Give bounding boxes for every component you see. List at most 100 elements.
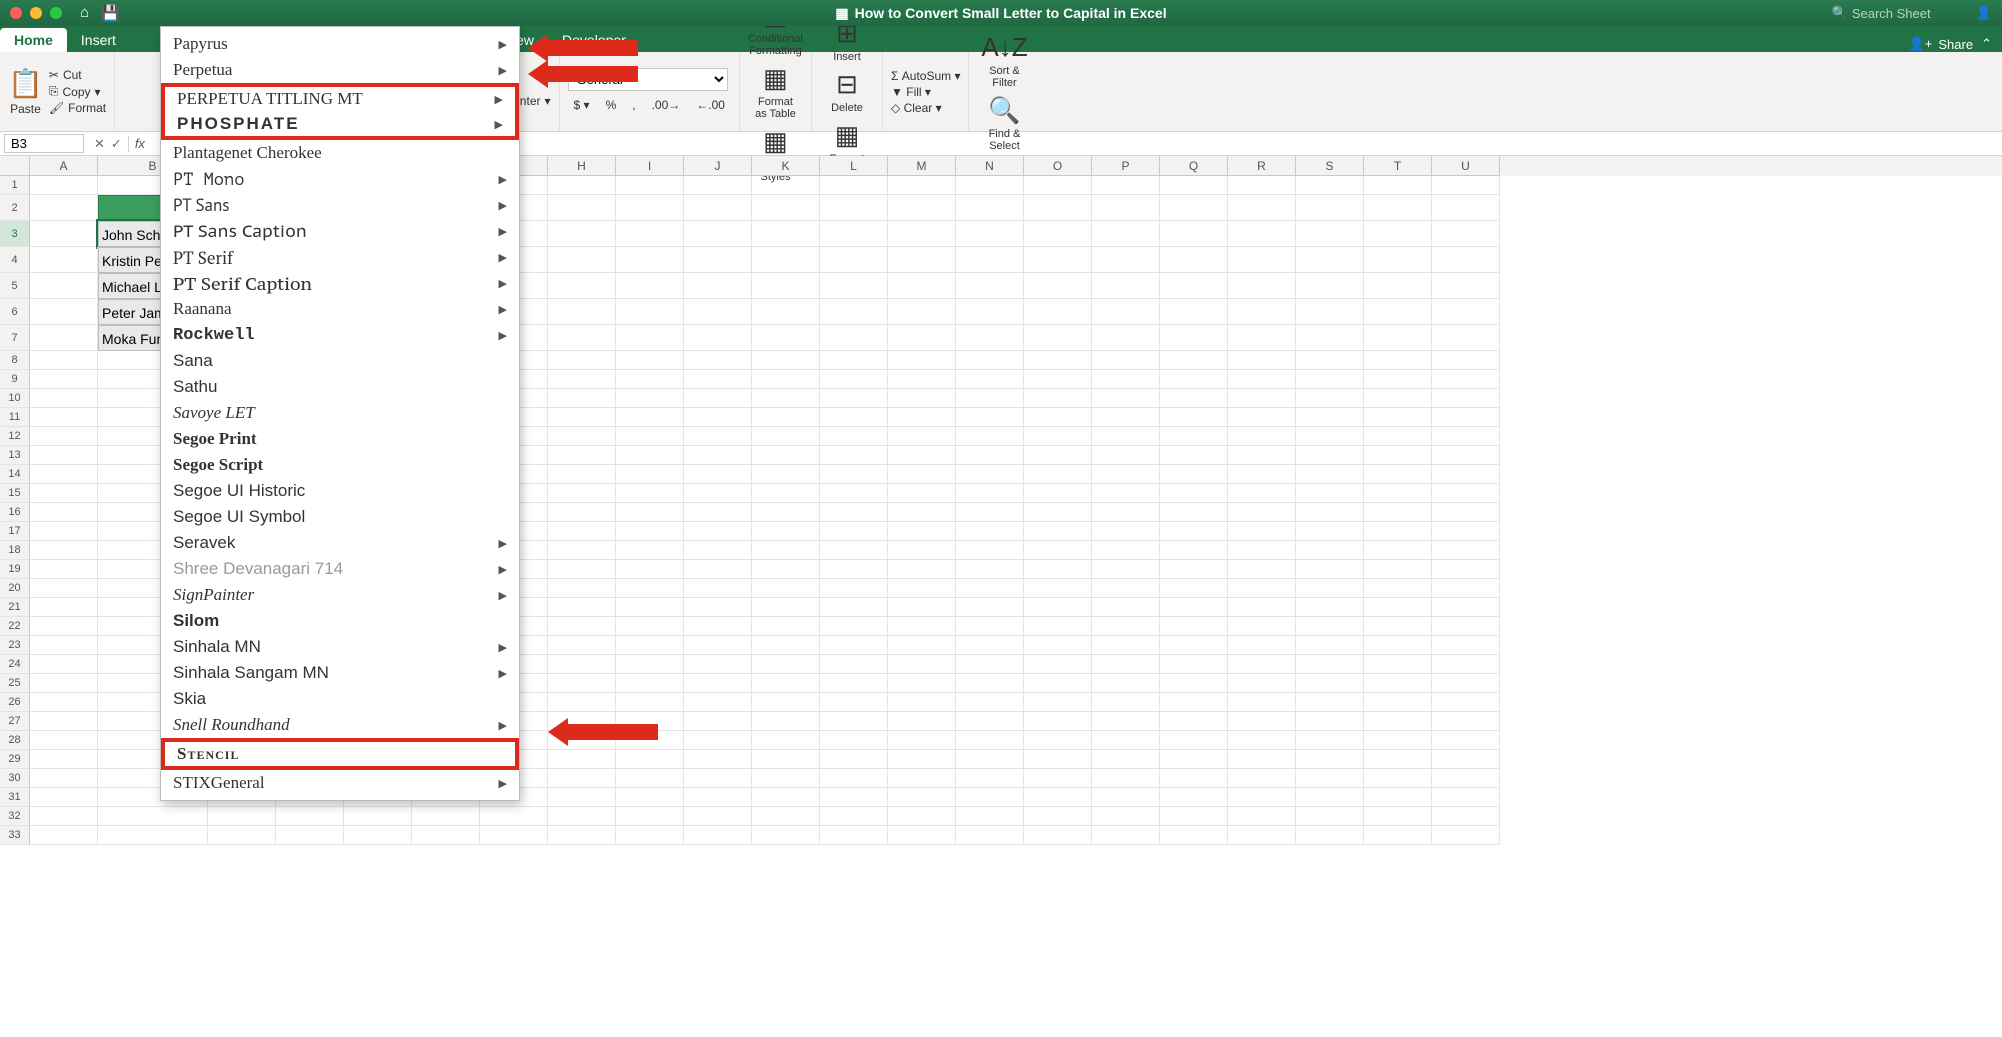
cell-T5[interactable] [1364, 273, 1432, 299]
cell-T21[interactable] [1364, 598, 1432, 617]
cell-T4[interactable] [1364, 247, 1432, 273]
cell-U28[interactable] [1432, 731, 1500, 750]
cell-H24[interactable] [548, 655, 616, 674]
cell-Q18[interactable] [1160, 541, 1228, 560]
cell-P2[interactable] [1092, 195, 1160, 221]
cell-B33[interactable] [98, 826, 208, 845]
cell-O25[interactable] [1024, 674, 1092, 693]
cell-I3[interactable] [616, 221, 684, 247]
cell-H15[interactable] [548, 484, 616, 503]
cell-A16[interactable] [30, 503, 98, 522]
cell-K19[interactable] [752, 560, 820, 579]
cell-N12[interactable] [956, 427, 1024, 446]
paste-button[interactable]: 📋 Paste [8, 67, 43, 116]
cell-T8[interactable] [1364, 351, 1432, 370]
cell-P32[interactable] [1092, 807, 1160, 826]
cell-O32[interactable] [1024, 807, 1092, 826]
increase-decimal-button[interactable]: .00→ [646, 95, 687, 115]
format-painter-button[interactable]: 🖌Format [49, 101, 106, 115]
row-header[interactable]: 30 [0, 769, 30, 788]
cell-T1[interactable] [1364, 176, 1432, 195]
cell-E32[interactable] [344, 807, 412, 826]
font-item-segoe-ui-symbol[interactable]: Segoe UI Symbol [161, 504, 519, 530]
cell-I14[interactable] [616, 465, 684, 484]
cell-J25[interactable] [684, 674, 752, 693]
share-button[interactable]: 👤+Share [1909, 36, 1973, 52]
cell-K12[interactable] [752, 427, 820, 446]
cell-Q8[interactable] [1160, 351, 1228, 370]
cell-J18[interactable] [684, 541, 752, 560]
cell-A9[interactable] [30, 370, 98, 389]
cell-J22[interactable] [684, 617, 752, 636]
cell-H17[interactable] [548, 522, 616, 541]
cell-L14[interactable] [820, 465, 888, 484]
cell-H4[interactable] [548, 247, 616, 273]
cell-Q5[interactable] [1160, 273, 1228, 299]
cell-J26[interactable] [684, 693, 752, 712]
cell-T22[interactable] [1364, 617, 1432, 636]
row-header[interactable]: 20 [0, 579, 30, 598]
cell-L16[interactable] [820, 503, 888, 522]
cell-K17[interactable] [752, 522, 820, 541]
cell-L29[interactable] [820, 750, 888, 769]
cell-H18[interactable] [548, 541, 616, 560]
cell-M26[interactable] [888, 693, 956, 712]
cell-J6[interactable] [684, 299, 752, 325]
cell-M11[interactable] [888, 408, 956, 427]
cell-H25[interactable] [548, 674, 616, 693]
cell-H12[interactable] [548, 427, 616, 446]
cell-U19[interactable] [1432, 560, 1500, 579]
cell-A27[interactable] [30, 712, 98, 731]
font-item-stencil[interactable]: Stencil [165, 741, 515, 767]
cell-N2[interactable] [956, 195, 1024, 221]
cell-Q14[interactable] [1160, 465, 1228, 484]
cell-P26[interactable] [1092, 693, 1160, 712]
column-header-O[interactable]: O [1024, 156, 1092, 176]
font-item-phosphate[interactable]: PHOSPHATE▶ [165, 111, 515, 137]
cell-A11[interactable] [30, 408, 98, 427]
cell-J3[interactable] [684, 221, 752, 247]
collapse-ribbon-icon[interactable]: ⌃ [1981, 36, 1992, 52]
cell-P7[interactable] [1092, 325, 1160, 351]
cell-R31[interactable] [1228, 788, 1296, 807]
cell-E33[interactable] [344, 826, 412, 845]
cell-L26[interactable] [820, 693, 888, 712]
cell-Q23[interactable] [1160, 636, 1228, 655]
cell-T23[interactable] [1364, 636, 1432, 655]
cell-K27[interactable] [752, 712, 820, 731]
cell-Q19[interactable] [1160, 560, 1228, 579]
cell-A21[interactable] [30, 598, 98, 617]
cell-T33[interactable] [1364, 826, 1432, 845]
cell-M4[interactable] [888, 247, 956, 273]
cell-T17[interactable] [1364, 522, 1432, 541]
cell-R25[interactable] [1228, 674, 1296, 693]
cell-K2[interactable] [752, 195, 820, 221]
cell-L19[interactable] [820, 560, 888, 579]
cell-F32[interactable] [412, 807, 480, 826]
cell-J7[interactable] [684, 325, 752, 351]
font-item-perpetua[interactable]: Perpetua▶ [161, 57, 519, 83]
column-header-K[interactable]: K [752, 156, 820, 176]
cell-S2[interactable] [1296, 195, 1364, 221]
cell-T7[interactable] [1364, 325, 1432, 351]
font-item-sana[interactable]: Sana [161, 348, 519, 374]
cell-O7[interactable] [1024, 325, 1092, 351]
cell-Q25[interactable] [1160, 674, 1228, 693]
cell-H19[interactable] [548, 560, 616, 579]
row-header[interactable]: 17 [0, 522, 30, 541]
cell-N10[interactable] [956, 389, 1024, 408]
cell-I16[interactable] [616, 503, 684, 522]
maximize-window-icon[interactable] [50, 7, 62, 19]
tab-insert[interactable]: Insert [67, 28, 130, 52]
cell-L22[interactable] [820, 617, 888, 636]
cell-R1[interactable] [1228, 176, 1296, 195]
cell-L31[interactable] [820, 788, 888, 807]
cell-I32[interactable] [616, 807, 684, 826]
cell-A23[interactable] [30, 636, 98, 655]
cell-T32[interactable] [1364, 807, 1432, 826]
tab-home[interactable]: Home [0, 28, 67, 52]
cell-J13[interactable] [684, 446, 752, 465]
cell-I11[interactable] [616, 408, 684, 427]
cell-O28[interactable] [1024, 731, 1092, 750]
cell-U4[interactable] [1432, 247, 1500, 273]
